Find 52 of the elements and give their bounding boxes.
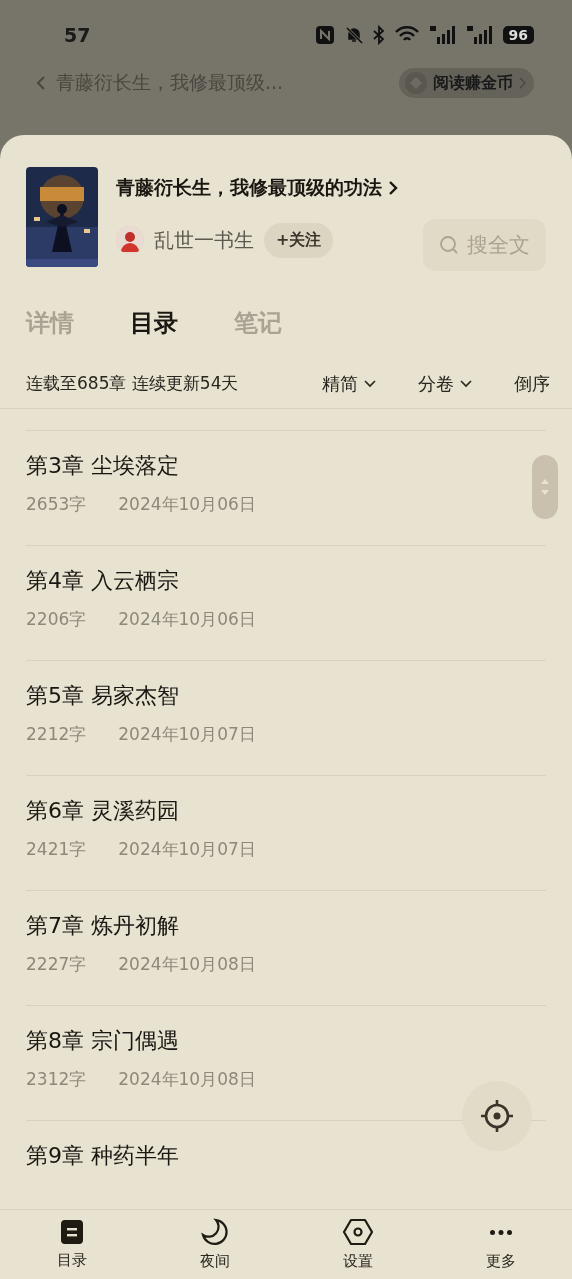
filter-dropdown[interactable]: 精简	[322, 371, 376, 396]
target-icon	[479, 1098, 515, 1134]
catalog-summary: 连载至685章 连续更新54天	[26, 372, 240, 395]
chapter-title[interactable]: 第6章 灵溪药园	[26, 796, 179, 826]
chapter-title[interactable]: 第5章 易家杰智	[26, 681, 179, 711]
chapter-date: 2024年10月08日	[118, 1068, 256, 1091]
chapter-date: 2024年10月06日	[118, 493, 256, 516]
nav-item[interactable]: 更多	[429, 1210, 572, 1279]
more-icon	[489, 1229, 512, 1235]
word-count: 2653字	[26, 493, 87, 516]
chapter-title[interactable]: 第4章 入云栖宗	[26, 566, 179, 596]
caret-icon	[364, 379, 376, 388]
chevron-icon	[519, 77, 526, 89]
tab[interactable]: 目录	[130, 307, 178, 339]
nav-item[interactable]: 夜间	[143, 1210, 286, 1279]
caret-icon	[460, 379, 472, 388]
chapter-title[interactable]: 第9章 种药半年	[26, 1141, 179, 1171]
list-icon	[59, 1219, 84, 1245]
word-count: 2227字	[26, 953, 87, 976]
book-title[interactable]: 青藤衍长生，我修最顶级的功法	[116, 175, 382, 201]
chapter-date: 2024年10月07日	[118, 838, 256, 861]
chapter-date: 2024年10月06日	[118, 608, 256, 631]
nav-item[interactable]: 目录	[0, 1210, 143, 1279]
search-icon	[439, 235, 459, 255]
status-time: 57	[64, 24, 91, 46]
nfc-icon	[314, 25, 335, 45]
chapter-title[interactable]: 第8章 宗门偶遇	[26, 1026, 179, 1056]
author-name[interactable]: 乱世一书生	[154, 226, 254, 254]
nav-item[interactable]: 设置	[286, 1210, 429, 1279]
signal-icon	[428, 25, 457, 45]
back-icon[interactable]	[36, 75, 46, 91]
sort-button[interactable]: 倒序	[514, 371, 550, 396]
chapter-date: 2024年10月08日	[118, 953, 256, 976]
signal-icon	[465, 25, 494, 45]
chapter-title[interactable]: 第3章 尘埃落定	[26, 451, 179, 481]
chapter-date: 2024年10月07日	[118, 723, 256, 746]
scroll-handle[interactable]	[532, 455, 558, 519]
battery-level: 96	[502, 26, 534, 44]
follow-button[interactable]: +关注	[264, 222, 334, 258]
word-count: 2206字	[26, 608, 87, 631]
up-down-arrows-icon	[540, 477, 550, 497]
bluetooth-icon	[372, 25, 385, 45]
moon-icon	[200, 1218, 229, 1246]
muted-bell-icon	[343, 25, 364, 45]
word-count: 2421字	[26, 838, 87, 861]
avatar-icon	[116, 226, 144, 254]
chevron-icon	[388, 180, 398, 196]
filter-dropdown[interactable]: 分卷	[418, 371, 472, 396]
word-count: 2312字	[26, 1068, 87, 1091]
word-count: 2212字	[26, 723, 87, 746]
chapter-title[interactable]: 第7章 炼丹初解	[26, 911, 179, 941]
settings-icon	[341, 1218, 374, 1246]
